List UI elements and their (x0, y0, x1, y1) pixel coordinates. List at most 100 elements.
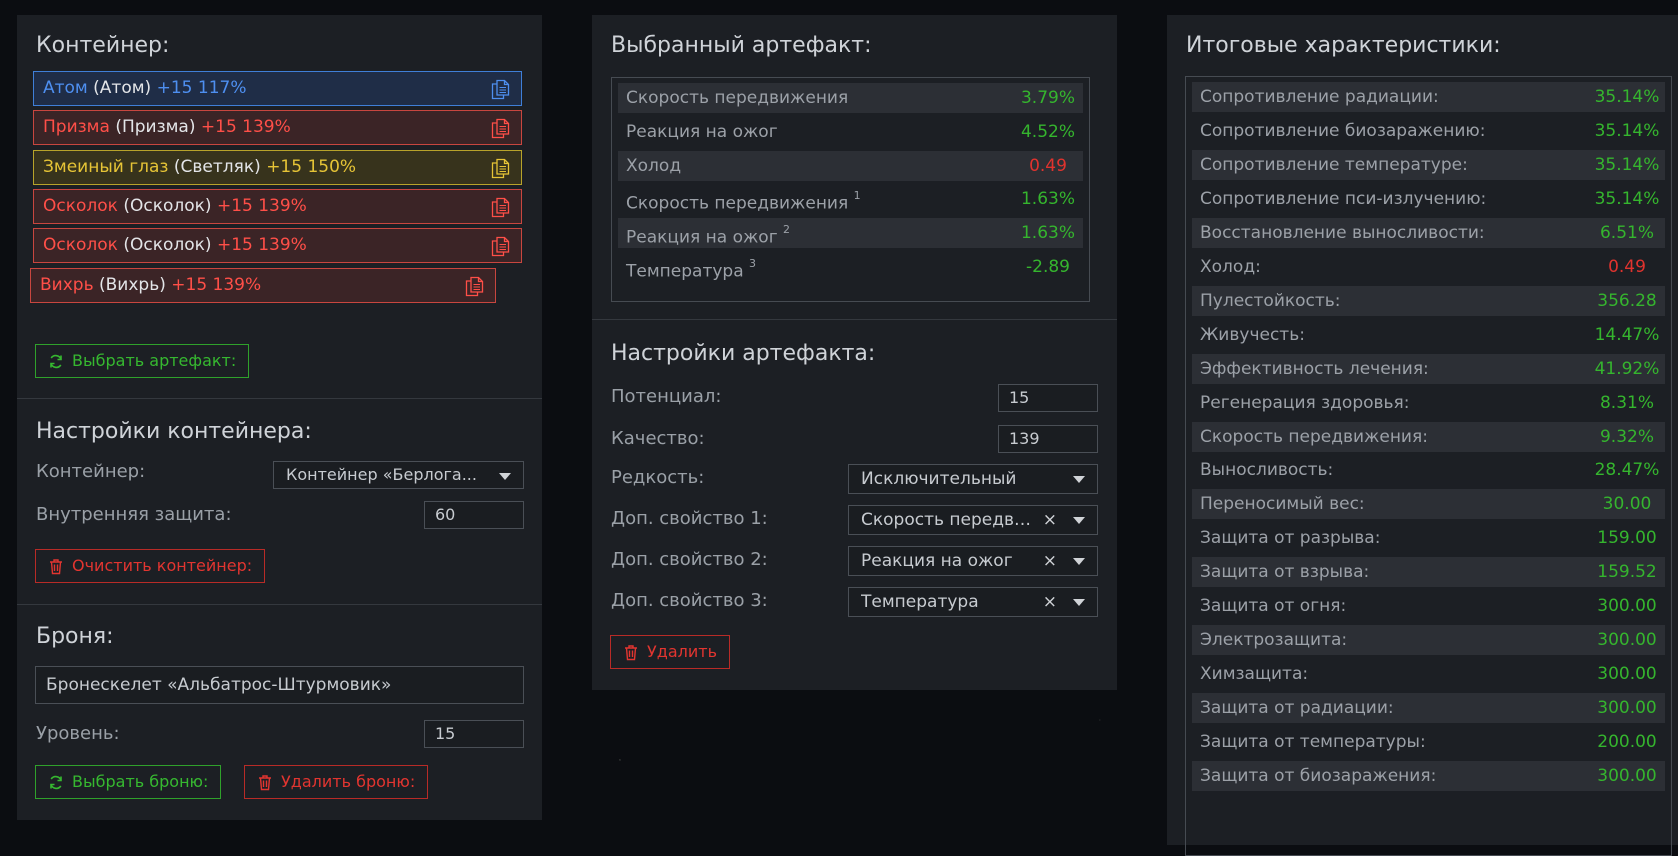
slot-type: (Вихрь) (99, 274, 166, 295)
slot-type: (Светляк) (173, 156, 261, 177)
stat-name: Живучесть: (1200, 324, 1305, 345)
total-stat-row: Защита от биозаражения: 300.00 (1192, 761, 1665, 791)
totals-title: Итоговые характеристики: (1186, 33, 1501, 58)
artifact-stat-row: Холод 0.49 (618, 150, 1083, 181)
artifact-slot[interactable]: Атом (Атом) +15 117% (33, 71, 522, 106)
container-label: Контейнер: (36, 461, 146, 482)
clear-icon[interactable]: × (1043, 506, 1057, 534)
stat-name: Защита от радиации: (1200, 698, 1394, 719)
extra1-select[interactable]: Скорость передвижения × (848, 505, 1098, 535)
stat-value: 28.47% (1594, 460, 1660, 481)
total-stat-row: Сопротивление биозаражению: 35.14% (1192, 116, 1665, 146)
inner-protection-label: Внутренняя защита: (36, 504, 232, 525)
artifact-panel: Выбранный артефакт: Скорость передвижени… (592, 15, 1117, 690)
clear-icon[interactable]: × (1043, 588, 1057, 616)
totals-panel: Итоговые характеристики: Сопротивление р… (1167, 15, 1678, 856)
copy-icon[interactable] (489, 196, 511, 218)
container-title: Контейнер: (36, 33, 170, 58)
stat-name: Пулестойкость: (1200, 290, 1341, 311)
clear-container-label: Очистить контейнер: (72, 556, 253, 575)
slot-type: (Атом) (93, 78, 152, 98)
stat-value: 41.92% (1594, 358, 1660, 379)
rarity-select[interactable]: Исключительный (848, 464, 1098, 494)
artifact-stat-row: Температура 3 -2.89 (618, 252, 1083, 282)
slot-name: Призма (43, 117, 110, 138)
extra3-select[interactable]: Температура × (848, 587, 1098, 617)
artifact-stat-row: Реакция на ожог 2 1.63% (618, 218, 1083, 249)
slot-name: Змеиный глаз (43, 156, 169, 177)
total-stat-row: Скорость передвижения: 9.32% (1192, 421, 1665, 452)
stat-name: Восстановление выносливости: (1200, 222, 1485, 243)
total-stat-row: Защита от температуры: 200.00 (1192, 727, 1665, 757)
select-armor-label: Выбрать броню: (72, 772, 209, 791)
stat-name: Сопротивление радиации: (1200, 87, 1439, 107)
delete-artifact-label: Удалить (647, 642, 717, 661)
delete-armor-button[interactable]: Удалить броню: (244, 765, 429, 799)
container-select-value: Контейнер «Берлога... (286, 465, 477, 484)
stat-name: Защита от взрыва: (1200, 562, 1370, 583)
extra2-value: Реакция на ожог (861, 551, 1013, 571)
clear-icon[interactable]: × (1043, 547, 1057, 575)
select-armor-button[interactable]: Выбрать броню: (35, 765, 222, 799)
slot-type: (Осколок) (123, 235, 212, 256)
stat-value: 3.79% (1020, 88, 1075, 108)
copy-icon[interactable] (489, 78, 511, 100)
stat-name: Сопротивление температуре: (1200, 154, 1468, 175)
totals-table: Сопротивление радиации: 35.14% Сопротивлен… (1185, 76, 1672, 856)
delete-armor-label: Удалить броню: (281, 772, 416, 791)
total-stat-row: Защита от радиации: 300.00 (1192, 693, 1665, 724)
stat-footnote: 1 (853, 189, 861, 203)
stat-value: 35.14% (1594, 154, 1660, 175)
copy-icon[interactable] (489, 117, 511, 139)
copy-icon[interactable] (489, 235, 511, 257)
extra3-value: Температура (861, 592, 979, 612)
stat-value: 35.14% (1594, 120, 1660, 141)
copy-icon[interactable] (463, 275, 485, 297)
potential-input[interactable]: 15 (998, 384, 1098, 412)
total-stat-row: Эффективность лечения: 41.92% (1192, 353, 1665, 384)
copy-icon[interactable] (489, 157, 511, 179)
total-stat-row: Защита от взрыва: 159.52 (1192, 557, 1665, 588)
slot-type: (Призма) (115, 117, 196, 138)
stat-name: Скорость передвижения (626, 194, 849, 215)
armor-input[interactable]: Бронескелет «Альбатрос-Штурмовик» (35, 666, 524, 704)
container-select[interactable]: Контейнер «Берлога... (273, 461, 524, 489)
total-stat-row: Регенерация здоровья: 8.31% (1192, 388, 1665, 418)
artifact-slot[interactable]: Осколок (Осколок) +15 139% (33, 188, 522, 224)
stat-footnote: 3 (749, 257, 757, 270)
stat-name: Электрозащита: (1200, 630, 1348, 651)
extra2-label: Доп. свойство 2: (611, 549, 768, 570)
clear-container-button[interactable]: Очистить контейнер: (35, 549, 266, 583)
stat-value: 6.51% (1599, 222, 1654, 243)
trash-icon (625, 645, 637, 661)
artifact-slot[interactable]: Призма (Призма) +15 139% (33, 110, 522, 146)
stat-name: Регенерация здоровья: (1200, 392, 1410, 413)
total-stat-row: Сопротивление пси-излучению: 35.14% (1192, 184, 1665, 214)
artifact-slot[interactable]: Змеиный глаз (Светляк) +15 150% (33, 149, 522, 185)
stat-value: 300.00 (1597, 630, 1657, 651)
artifact-stat-row: Скорость передвижения 1 1.63% (618, 184, 1083, 214)
divider (592, 319, 1117, 320)
total-stat-row: Электрозащита: 300.00 (1192, 625, 1665, 656)
chevron-down-icon (499, 473, 511, 480)
stat-value: 35.14% (1594, 87, 1660, 107)
delete-artifact-button[interactable]: Удалить (610, 635, 730, 669)
inner-protection-input[interactable]: 60 (424, 501, 524, 529)
total-stat-row: Выносливость: 28.47% (1192, 455, 1665, 485)
slot-level: +15 139% (216, 235, 307, 256)
armor-level-label: Уровень: (36, 723, 120, 744)
chevron-down-icon (1073, 476, 1085, 483)
artifact-slot[interactable]: Вихрь (Вихрь) +15 139% (30, 267, 496, 303)
stat-name: Реакция на ожог (626, 121, 778, 142)
artifact-slot[interactable]: Осколок (Осколок) +15 139% (33, 228, 522, 264)
slot-level: +15 117% (156, 78, 247, 98)
select-artifact-button[interactable]: Выбрать артефакт: (35, 344, 250, 378)
armor-level-input[interactable]: 15 (424, 720, 524, 748)
quality-input[interactable]: 139 (998, 425, 1098, 453)
total-stat-row: Переносимый вес: 30.00 (1192, 489, 1665, 520)
slot-name: Осколок (43, 195, 118, 216)
chevron-down-icon (1073, 599, 1085, 606)
extra2-select[interactable]: Реакция на ожог × (848, 546, 1098, 576)
container-settings-title: Настройки контейнера: (36, 419, 312, 444)
artifact-settings-title: Настройки артефакта: (611, 341, 876, 366)
